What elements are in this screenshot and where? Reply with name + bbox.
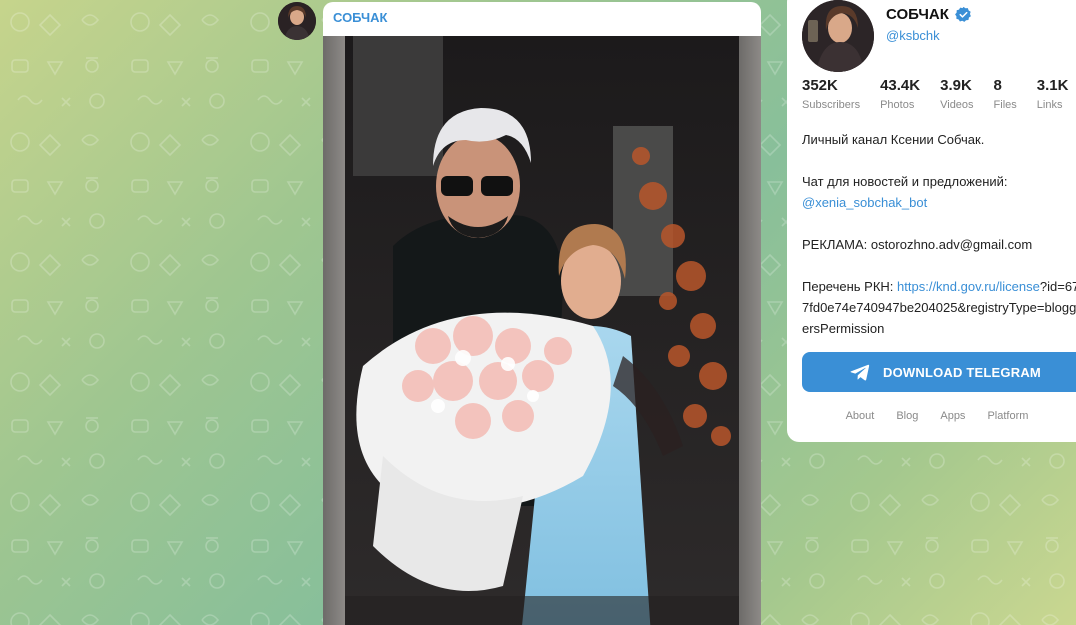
- telegram-plane-icon: [850, 364, 870, 381]
- footer-links: About Blog Apps Platform: [802, 410, 1072, 422]
- description-line: Личный канал Ксении Собчак.: [802, 132, 985, 147]
- footer-link-about[interactable]: About: [846, 410, 875, 422]
- footer-link-platform[interactable]: Platform: [987, 410, 1028, 422]
- profile-avatar[interactable]: [802, 0, 874, 72]
- stat-value: 352K: [802, 77, 838, 94]
- profile-stats: 352K Subscribers 43.4K Photos 3.9K Video…: [802, 76, 1076, 111]
- photo-side-right: [739, 36, 761, 625]
- stat-label: Files: [993, 99, 1017, 111]
- rkn-label: Перечень РКН:: [802, 279, 898, 294]
- chat-bot-link[interactable]: @xenia_sobchak_bot: [802, 195, 927, 210]
- profile-name: СОБЧАК: [886, 6, 972, 23]
- download-telegram-button[interactable]: DOWNLOAD TELEGRAM: [802, 352, 1076, 392]
- post-avatar[interactable]: [278, 2, 316, 40]
- description-chat: Чат для новостей и предложений: @xenia_s…: [802, 171, 1076, 213]
- channel-description: Личный канал Ксении Собчак. Чат для ново…: [802, 129, 1076, 360]
- stat-photos[interactable]: 43.4K Photos: [880, 76, 920, 111]
- stat-label: Photos: [880, 99, 915, 111]
- footer-link-blog[interactable]: Blog: [896, 410, 918, 422]
- rkn-link[interactable]: https://knd.gov.ru/license: [897, 279, 1040, 294]
- stat-files[interactable]: 8 Files: [994, 76, 1017, 111]
- stat-value: 3.9K: [940, 77, 972, 94]
- description-ads: РЕКЛАМА: ostorozhno.adv@gmail.com: [802, 237, 1033, 252]
- stat-links[interactable]: 3.1K Links: [1037, 76, 1069, 111]
- stat-videos[interactable]: 3.9K Videos: [940, 76, 973, 111]
- photo-side-left: [323, 36, 345, 625]
- post-author-link[interactable]: СОБЧАК: [333, 10, 387, 25]
- verified-icon: [954, 6, 971, 22]
- chat-label: Чат для новостей и предложений:: [802, 174, 1008, 189]
- stat-label: Videos: [940, 99, 974, 111]
- stat-value: 43.4K: [880, 77, 921, 94]
- stat-value: 8: [993, 77, 1002, 94]
- footer-link-apps[interactable]: Apps: [940, 410, 965, 422]
- download-button-label: DOWNLOAD TELEGRAM: [883, 364, 1041, 380]
- post-photo[interactable]: [323, 36, 761, 625]
- description-rkn: Перечень РКН: https://knd.gov.ru/license…: [802, 276, 1076, 339]
- post-card: СОБЧАК: [323, 2, 761, 625]
- stat-value: 3.1K: [1036, 77, 1069, 94]
- profile-card: СОБЧАК @ksbchk 352K Subscribers 43.4K Ph…: [787, 0, 1076, 442]
- stat-subscribers[interactable]: 352K Subscribers: [802, 76, 860, 111]
- profile-name-text: СОБЧАК: [886, 6, 949, 23]
- profile-handle-link[interactable]: @ksbchk: [886, 28, 940, 43]
- stat-label: Links: [1036, 99, 1063, 111]
- stat-label: Subscribers: [802, 99, 861, 111]
